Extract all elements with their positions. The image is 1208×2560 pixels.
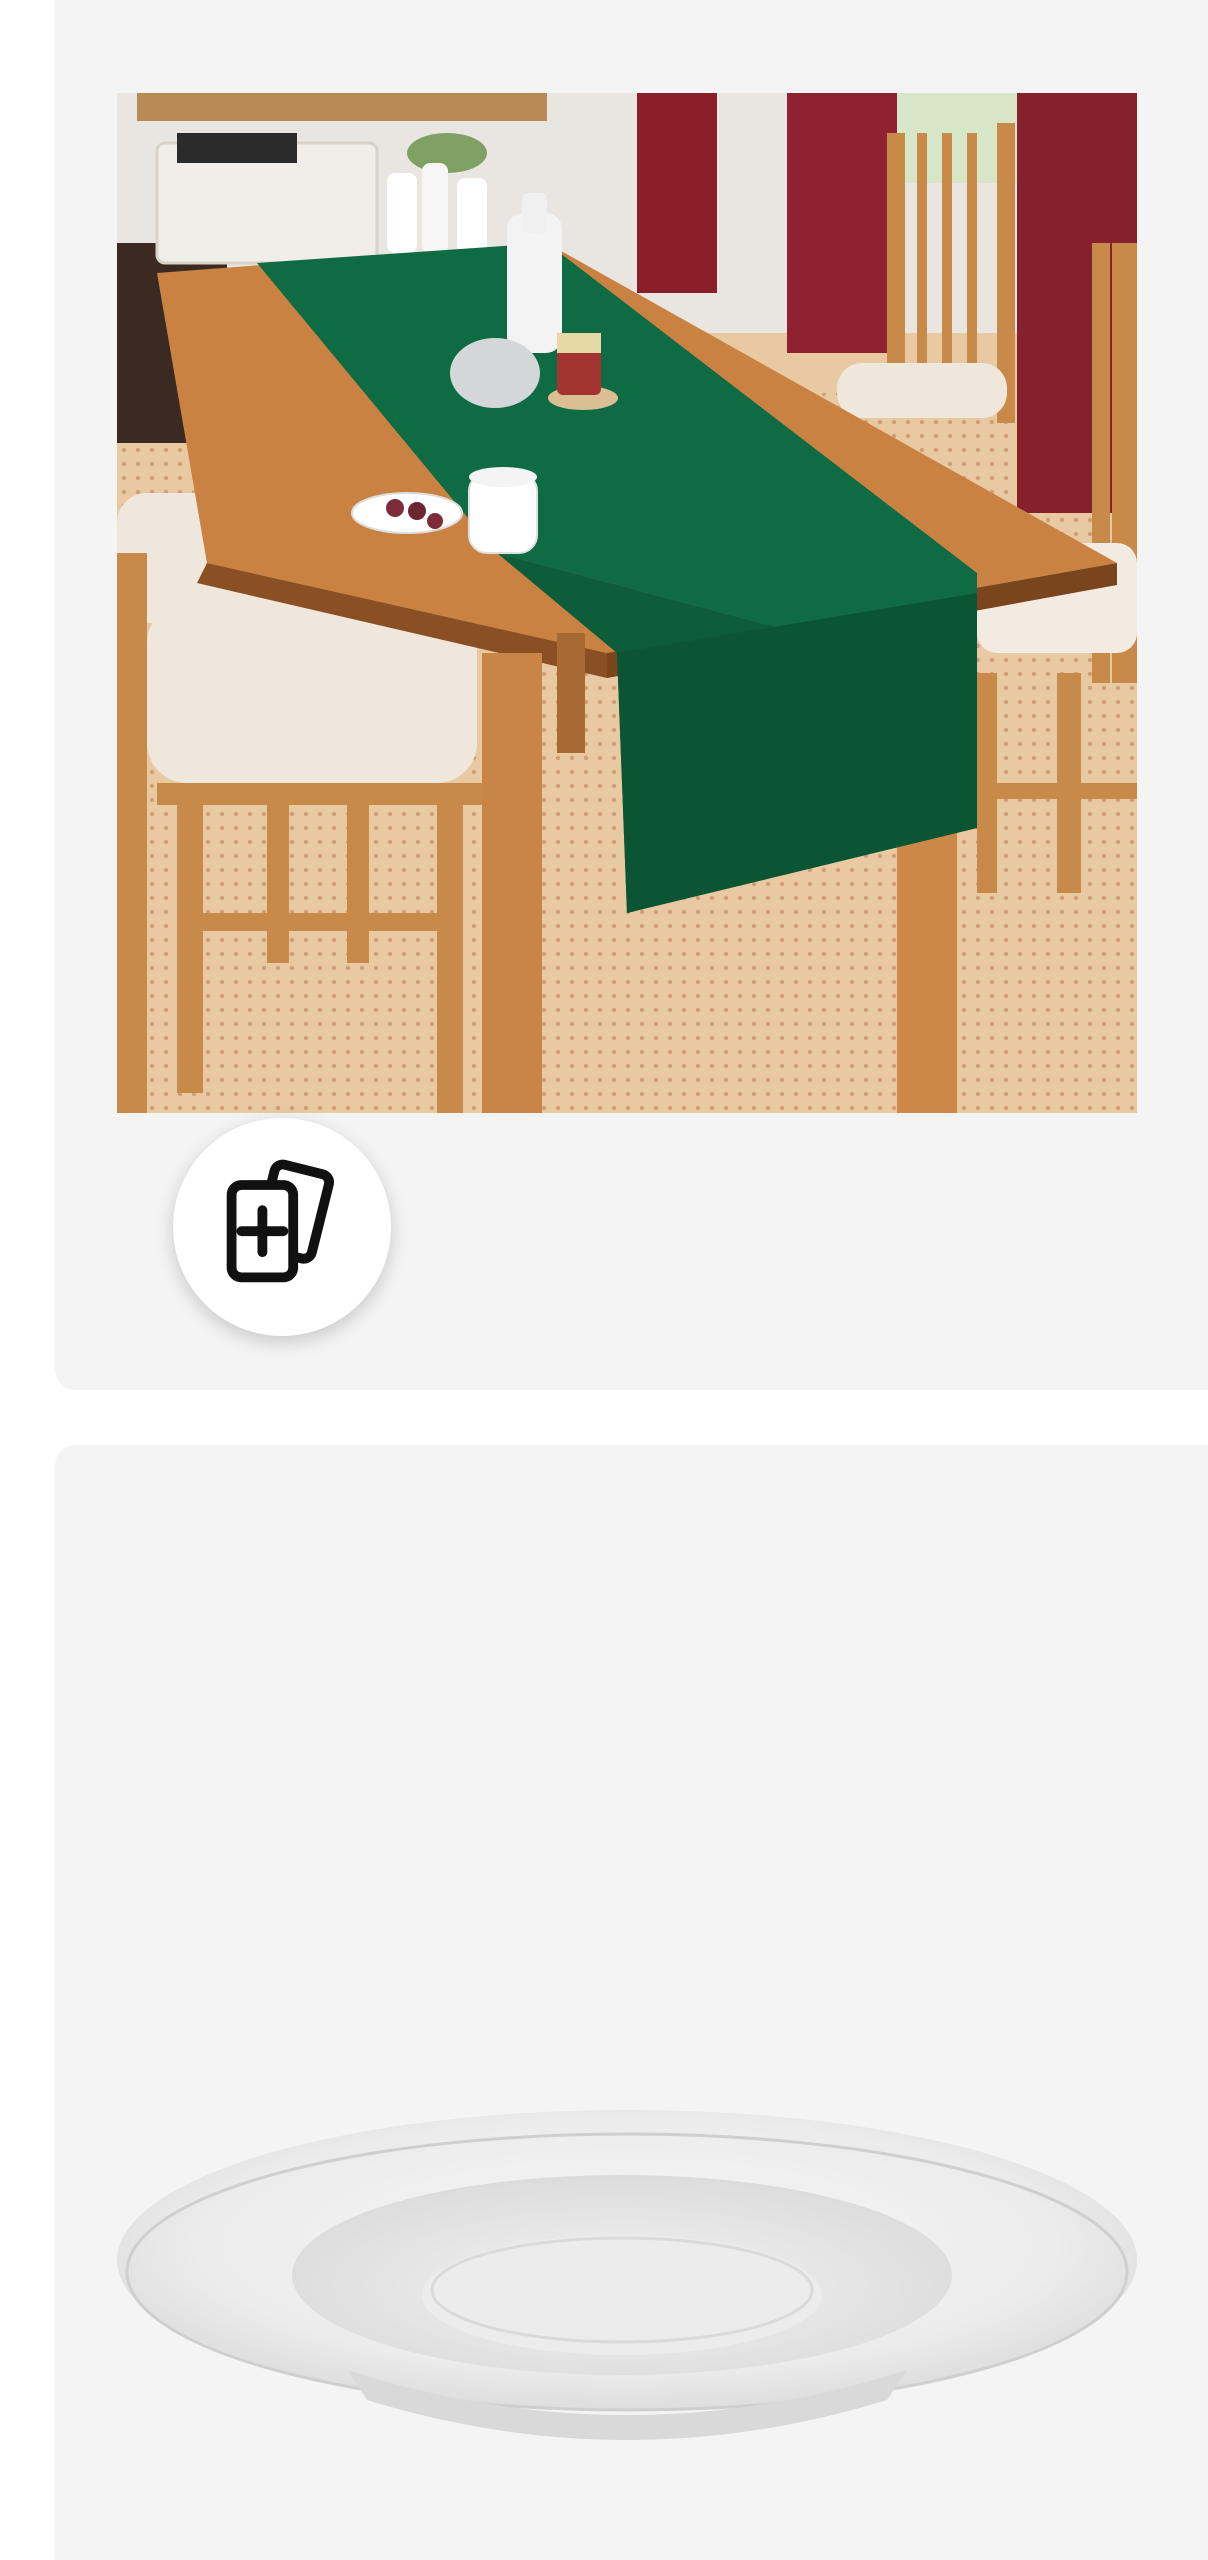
add-to-compare-button[interactable] [173, 1118, 391, 1336]
product-image-table-runner[interactable] [117, 93, 1137, 1113]
pasta-plate-illustration [117, 2110, 1137, 2440]
product-card-table-runner[interactable] [55, 0, 1208, 1390]
product-grid [0, 0, 1208, 2560]
add-to-compare-icon [226, 1159, 334, 1283]
product-image-pasta-plate[interactable] [117, 2040, 1137, 2440]
table-runner-illustration [117, 93, 1137, 1113]
